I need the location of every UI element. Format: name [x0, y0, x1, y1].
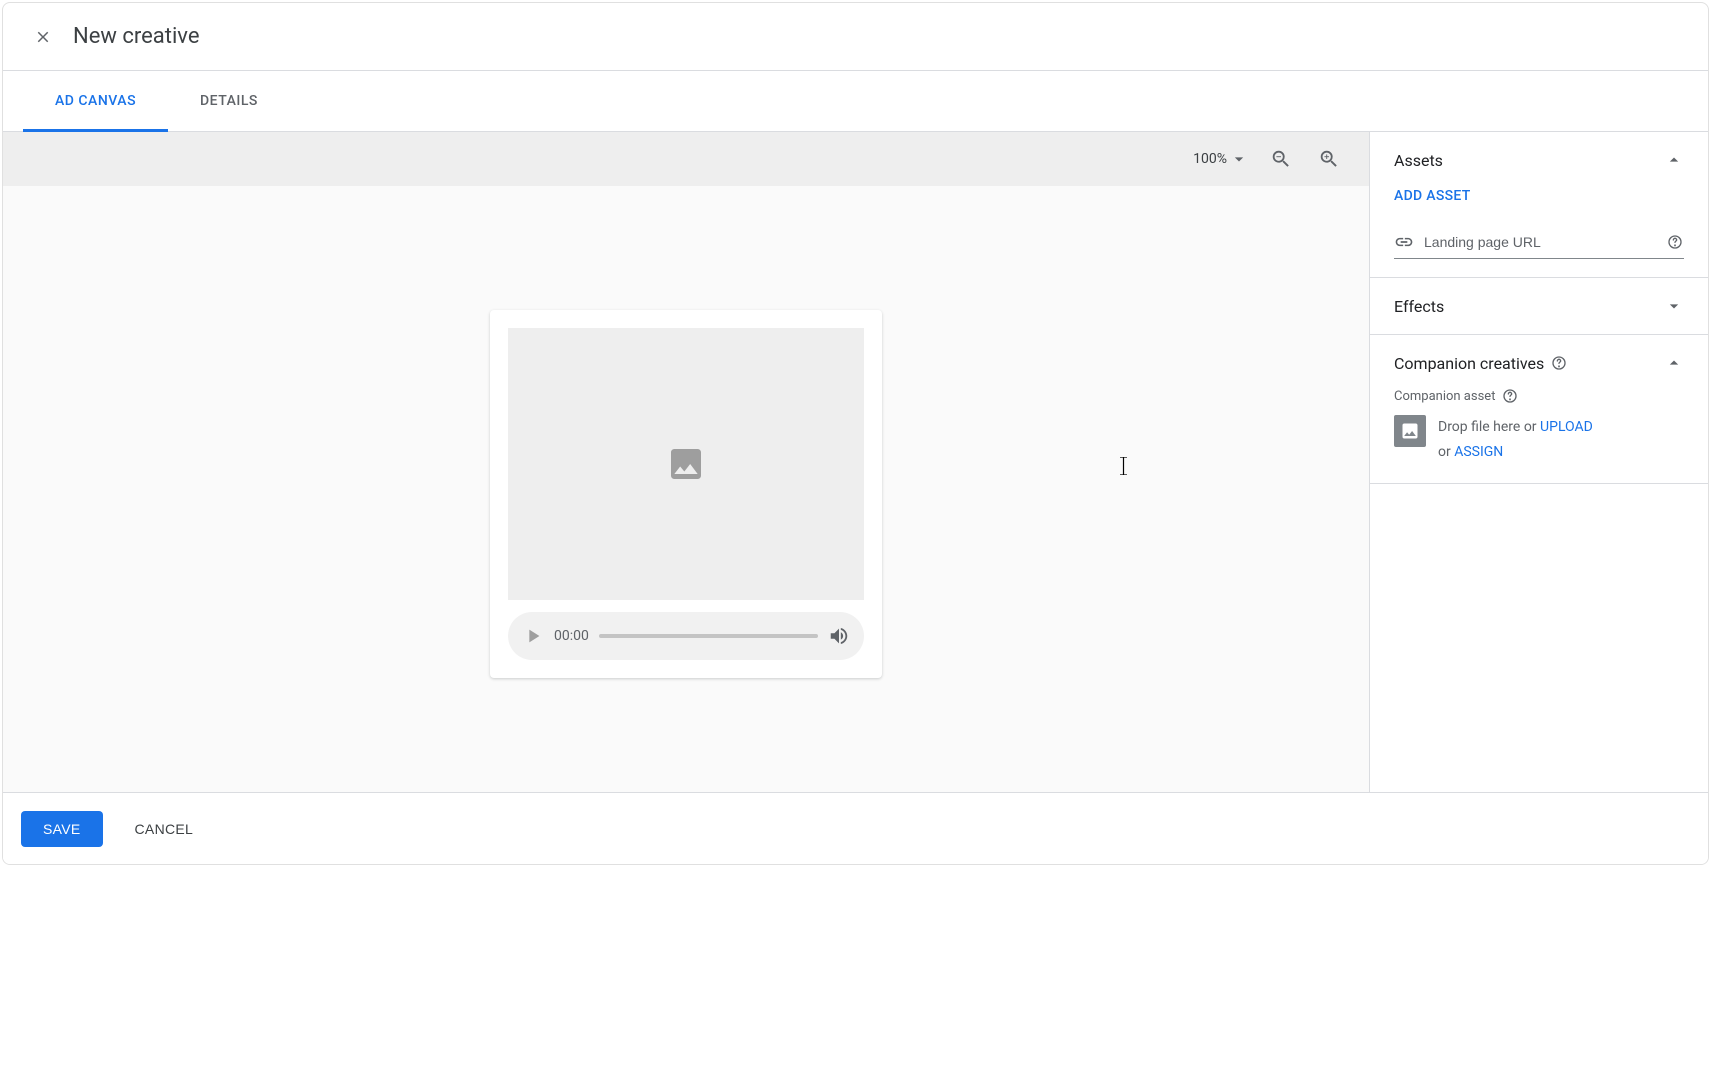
canvas-area: 100% 00:00 — [3, 132, 1370, 802]
preview-card: 00:00 — [490, 310, 882, 678]
play-icon — [522, 625, 544, 647]
landing-page-url-input[interactable] — [1424, 234, 1656, 250]
companion-drop-zone[interactable]: Drop file here or UPLOAD or ASSIGN — [1394, 415, 1684, 465]
help-circle-icon — [1667, 234, 1683, 250]
panel-assets: Assets ADD ASSET — [1370, 132, 1708, 278]
zoom-out-button[interactable] — [1261, 139, 1301, 179]
add-asset-button[interactable]: ADD ASSET — [1394, 188, 1684, 204]
canvas-toolbar: 100% — [3, 132, 1369, 186]
assign-link[interactable]: ASSIGN — [1454, 444, 1503, 460]
canvas-body: 00:00 — [3, 186, 1369, 802]
link-icon — [1394, 232, 1414, 252]
help-icon[interactable] — [1666, 233, 1684, 251]
zoom-out-icon — [1270, 148, 1292, 170]
help-circle-icon — [1502, 388, 1518, 404]
panel-effects-title: Effects — [1394, 297, 1444, 316]
panel-assets-title: Assets — [1394, 151, 1443, 170]
help-icon[interactable] — [1501, 387, 1519, 405]
chevron-up-icon — [1664, 353, 1684, 373]
zoom-label: 100% — [1193, 151, 1227, 167]
image-icon — [1400, 421, 1420, 441]
page-title: New creative — [73, 24, 199, 49]
panel-companion-title: Companion creatives — [1394, 354, 1544, 373]
cancel-button[interactable]: CANCEL — [123, 811, 206, 847]
preview-volume-button[interactable] — [828, 625, 850, 647]
panel-companion: Companion creatives Companion asset — [1370, 335, 1708, 484]
preview-progress-bar[interactable] — [599, 634, 818, 638]
panel-companion-header[interactable]: Companion creatives — [1394, 353, 1684, 373]
help-icon[interactable] — [1550, 354, 1568, 372]
close-icon — [34, 28, 52, 46]
preview-play-button[interactable] — [522, 625, 544, 647]
save-button[interactable]: SAVE — [21, 811, 103, 847]
drop-text: Drop file here or UPLOAD or ASSIGN — [1438, 415, 1593, 465]
zoom-in-icon — [1318, 148, 1340, 170]
help-circle-icon — [1551, 355, 1567, 371]
preview-controls: 00:00 — [508, 612, 864, 660]
tab-details[interactable]: DETAILS — [168, 71, 290, 131]
right-panel: Assets ADD ASSET Effects Compa — [1370, 132, 1708, 802]
companion-asset-label: Companion asset — [1394, 387, 1684, 405]
upload-link[interactable]: UPLOAD — [1540, 419, 1593, 435]
footer: SAVE CANCEL — [3, 792, 1708, 864]
tab-ad-canvas[interactable]: AD CANVAS — [23, 71, 168, 131]
landing-page-url-field — [1394, 232, 1684, 259]
panel-assets-header[interactable]: Assets — [1394, 150, 1684, 170]
image-icon — [666, 444, 706, 484]
chevron-up-icon — [1664, 150, 1684, 170]
preview-time: 00:00 — [554, 628, 589, 644]
preview-image-placeholder — [508, 328, 864, 600]
panel-effects-header[interactable]: Effects — [1394, 296, 1684, 316]
volume-icon — [828, 625, 850, 647]
close-button[interactable] — [23, 17, 63, 57]
panel-effects: Effects — [1370, 278, 1708, 335]
topbar: New creative — [3, 3, 1708, 71]
zoom-in-button[interactable] — [1309, 139, 1349, 179]
zoom-dropdown[interactable]: 100% — [1189, 149, 1253, 169]
drop-thumbnail — [1394, 415, 1426, 447]
chevron-down-icon — [1229, 149, 1249, 169]
tabs: AD CANVAS DETAILS — [3, 71, 1708, 131]
chevron-down-icon — [1664, 296, 1684, 316]
